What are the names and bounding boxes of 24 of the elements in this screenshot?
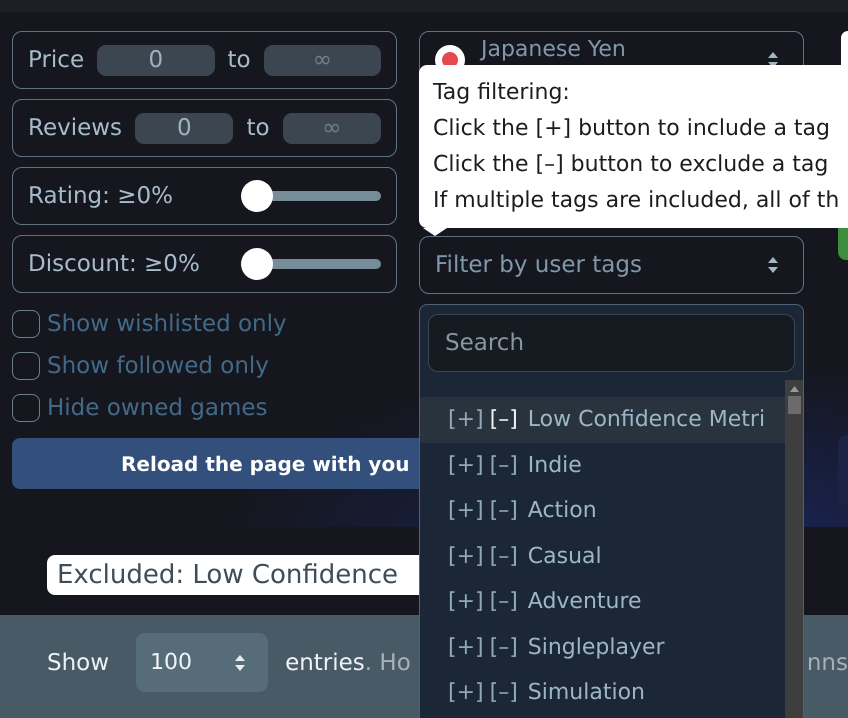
tooltip-text: If multiple tags are included, all of th [433, 187, 840, 215]
footer-hint: nns [806, 650, 848, 676]
filter-label: Discount: ≥0% [28, 251, 200, 277]
to-label: to [246, 115, 270, 141]
excluded-tags-label: Excluded: Low Confidence [47, 555, 419, 595]
show-label: Show [47, 650, 110, 676]
to-label: to [228, 47, 251, 73]
filter-label: Reviews [28, 115, 122, 141]
tag-label: Low Confidence Metri [528, 407, 766, 432]
tag-label: Action [528, 498, 597, 524]
entries-label: entries [285, 650, 365, 676]
checkbox-label: Show wishlisted only [47, 311, 287, 337]
footer-hint: . Ho [364, 650, 411, 676]
checkbox-label: Hide owned games [47, 395, 268, 421]
filter-label: Rating: ≥0% [28, 183, 173, 209]
checkbox-label: Show followed only [47, 353, 269, 379]
tooltip-text: Click the [+] button to include a tag [433, 115, 830, 143]
filter-label: Price [28, 47, 84, 73]
tag-label: Simulation [528, 680, 645, 706]
tag-label: Indie [528, 452, 582, 478]
tooltip-text: Click the [–] button to exclude a tag [433, 151, 828, 179]
tag-label: Casual [528, 544, 602, 569]
tag-label: Adventure [528, 589, 642, 614]
tag-label: Singleplayer [528, 634, 665, 660]
